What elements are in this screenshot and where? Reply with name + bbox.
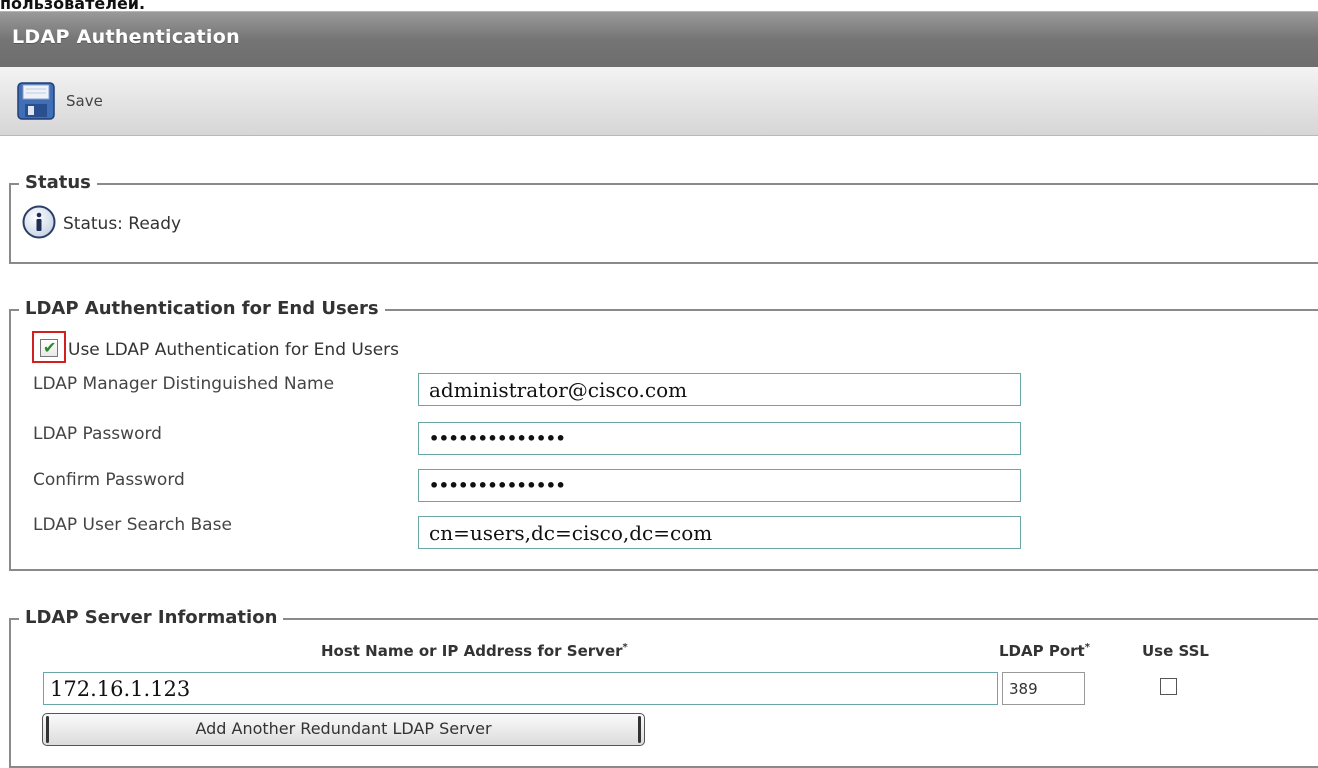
- ldap-password-label: LDAP Password: [33, 424, 162, 444]
- ldap-auth-legend: LDAP Authentication for End Users: [19, 298, 385, 319]
- port-value: 389: [1009, 679, 1038, 698]
- status-text: Status: Ready: [63, 214, 182, 234]
- search-base-label: LDAP User Search Base: [33, 515, 232, 535]
- host-input[interactable]: 172.16.1.123: [43, 672, 998, 705]
- page-title: LDAP Authentication: [12, 26, 240, 48]
- search-base-value: cn=users,dc=cisco,dc=com: [429, 520, 713, 545]
- ssl-column-header: Use SSL: [1142, 642, 1209, 660]
- status-legend: Status: [19, 172, 97, 193]
- save-label[interactable]: Save: [66, 92, 103, 110]
- search-base-input[interactable]: cn=users,dc=cisco,dc=com: [418, 516, 1021, 549]
- manager-dn-input[interactable]: administrator@cisco.com: [418, 373, 1021, 406]
- toolbar: Save: [0, 67, 1318, 136]
- use-ssl-checkbox[interactable]: [1160, 678, 1177, 695]
- confirm-password-value: ••••••••••••••: [429, 476, 566, 495]
- use-ldap-checkbox-highlight: ✔: [32, 331, 66, 363]
- host-value: 172.16.1.123: [50, 676, 191, 701]
- floppy-disk-icon[interactable]: [17, 82, 55, 120]
- port-input[interactable]: 389: [1002, 672, 1085, 705]
- manager-dn-value: administrator@cisco.com: [429, 377, 688, 402]
- host-column-header: Host Name or IP Address for Server*: [321, 642, 628, 660]
- manager-dn-label: LDAP Manager Distinguished Name: [33, 374, 335, 394]
- use-ldap-label[interactable]: Use LDAP Authentication for End Users: [68, 340, 399, 360]
- use-ldap-checkbox[interactable]: ✔: [40, 338, 58, 357]
- checkmark-icon: ✔: [43, 338, 57, 357]
- ldap-auth-section: LDAP Authentication for End Users ✔ Use …: [9, 298, 1318, 571]
- confirm-password-label: Confirm Password: [33, 470, 185, 490]
- page-header: LDAP Authentication: [0, 11, 1318, 67]
- ldap-password-value: ••••••••••••••: [429, 429, 566, 448]
- ldap-password-input[interactable]: ••••••••••••••: [418, 422, 1021, 455]
- ldap-server-section: LDAP Server Information Host Name or IP …: [9, 607, 1318, 768]
- status-section: Status Status: Ready: [9, 172, 1318, 264]
- ldap-server-legend: LDAP Server Information: [19, 607, 284, 628]
- info-icon: [22, 205, 56, 239]
- add-redundant-server-button[interactable]: Add Another Redundant LDAP Server: [42, 713, 645, 746]
- port-column-header: LDAP Port*: [999, 642, 1090, 660]
- confirm-password-input[interactable]: ••••••••••••••: [418, 469, 1021, 502]
